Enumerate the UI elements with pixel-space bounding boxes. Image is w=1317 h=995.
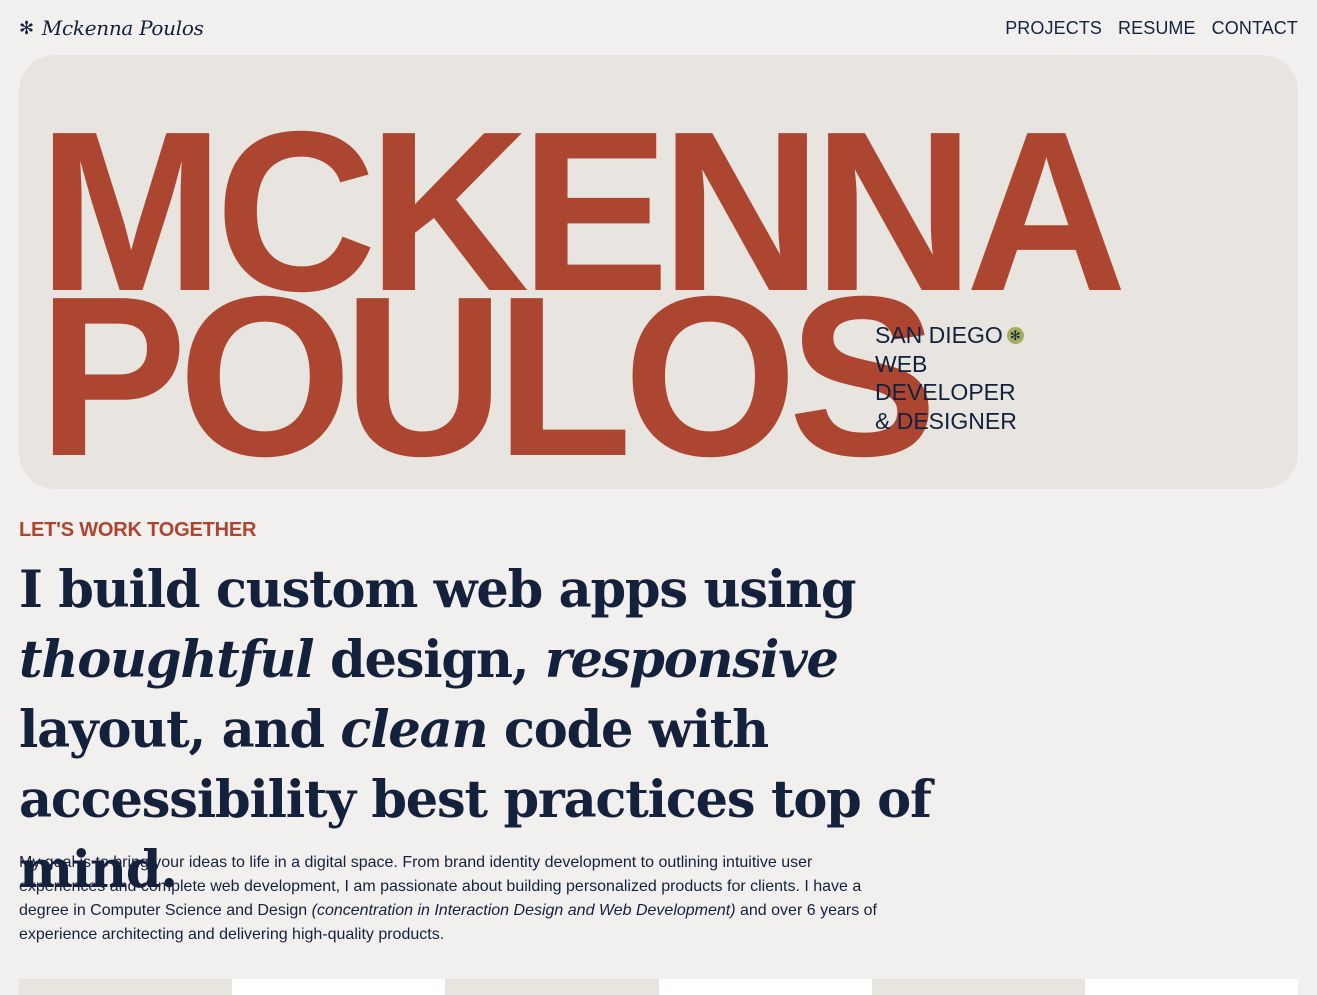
project-tile[interactable] (871, 979, 1085, 995)
project-tile[interactable] (19, 979, 233, 995)
tagline-line-web: WEB (875, 350, 928, 377)
project-tile[interactable] (445, 979, 659, 995)
project-tiles-strip (19, 979, 1299, 995)
portfolio-page: ✻ Mckenna Poulos PROJECTS RESUME CONTACT… (0, 0, 1317, 995)
brand-link[interactable]: ✻ Mckenna Poulos (19, 16, 204, 40)
tagline-line-designer: & DESIGNER (875, 407, 1017, 434)
brand-name: Mckenna Poulos (41, 16, 204, 40)
asterisk-badge-icon: ✻ (1006, 326, 1024, 344)
tagline-location: SAN DIEGO (875, 322, 1003, 348)
headline-emphasis: responsive (544, 630, 839, 690)
headline-text: design, (313, 630, 545, 690)
headline-emphasis: clean (340, 700, 488, 760)
nav-resume-link[interactable]: RESUME (1118, 18, 1196, 39)
hero-card: MCKENNA POULOS SAN DIEGO ✻ WEB DEVELOPER… (19, 55, 1298, 504)
top-navigation: ✻ Mckenna Poulos PROJECTS RESUME CONTACT (19, 10, 1298, 46)
headline-text: layout, and (19, 700, 341, 760)
headline-text: I build custom web apps using (19, 560, 857, 620)
bio-emphasis: (concentration in Interaction Design and… (311, 902, 736, 919)
headline-emphasis: thoughtful (19, 630, 315, 690)
hero-last-name: POULOS (38, 250, 937, 504)
nav-projects-link[interactable]: PROJECTS (1005, 18, 1102, 39)
nav-contact-link[interactable]: CONTACT (1212, 18, 1298, 39)
section-kicker: LET'S WORK TOGETHER (19, 519, 257, 541)
project-tile[interactable] (658, 979, 872, 995)
asterisk-icon: ✻ (19, 17, 34, 39)
project-tile[interactable] (232, 979, 446, 995)
hero-tagline: SAN DIEGO ✻ WEB DEVELOPER & DESIGNER (875, 321, 1024, 435)
main-nav: PROJECTS RESUME CONTACT (1005, 18, 1298, 39)
project-tile[interactable] (1084, 979, 1299, 995)
tagline-location-row: SAN DIEGO ✻ (875, 321, 1024, 350)
tagline-line-developer: DEVELOPER (875, 379, 1016, 405)
intro-bio: My goal is to bring your ideas to life i… (19, 851, 879, 947)
